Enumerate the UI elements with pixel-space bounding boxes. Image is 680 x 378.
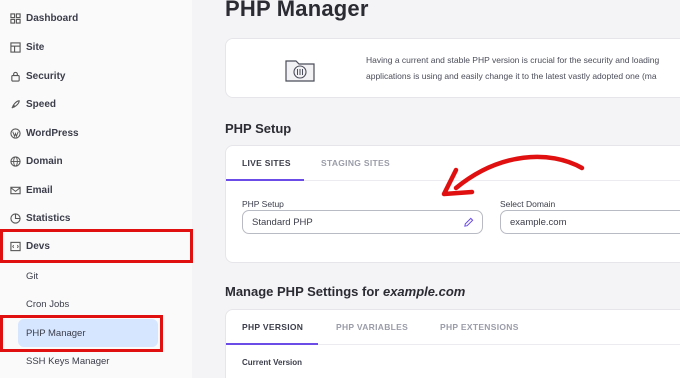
sidebar-item-label: Statistics bbox=[26, 212, 71, 224]
php-setup-title: PHP Setup bbox=[225, 121, 292, 136]
sidebar-item-devs[interactable]: Devs bbox=[0, 232, 192, 260]
php-setup-label: PHP Setup bbox=[242, 199, 284, 209]
lock-icon bbox=[10, 71, 21, 82]
sidebar-subitem-git[interactable]: Git bbox=[18, 262, 158, 290]
sidebar-item-label: Dashboard bbox=[26, 12, 79, 24]
code-icon bbox=[10, 241, 21, 252]
tab-live-sites[interactable]: LIVE SITES bbox=[242, 146, 291, 180]
sidebar-item-label: WordPress bbox=[26, 127, 79, 139]
sidebar-item-statistics[interactable]: Statistics bbox=[0, 204, 192, 232]
info-text: Having a current and stable PHP version … bbox=[366, 52, 680, 84]
current-version-label: Current Version bbox=[242, 358, 303, 367]
sidebar-item-label: Email bbox=[26, 184, 53, 196]
sidebar-item-label: Site bbox=[26, 41, 45, 53]
active-tab-indicator bbox=[226, 179, 304, 181]
sidebar-item-wordpress[interactable]: WordPress bbox=[0, 119, 192, 147]
rocket-icon bbox=[10, 99, 21, 110]
globe-icon bbox=[10, 155, 21, 167]
sidebar-item-security[interactable]: Security bbox=[0, 62, 192, 90]
sidebar-subitem-cron-jobs[interactable]: Cron Jobs bbox=[18, 290, 158, 318]
tab-php-version[interactable]: PHP VERSION bbox=[242, 310, 303, 344]
tab-php-extensions[interactable]: PHP EXTENSIONS bbox=[440, 310, 519, 344]
pencil-icon[interactable] bbox=[463, 217, 474, 228]
tab-staging-sites[interactable]: STAGING SITES bbox=[321, 146, 390, 180]
sidebar-item-speed[interactable]: Speed bbox=[0, 90, 192, 118]
manage-php-settings-title: Manage PHP Settings for example.com bbox=[225, 284, 465, 299]
sidebar-item-label: Speed bbox=[26, 98, 57, 110]
sidebar-item-site[interactable]: Site bbox=[0, 33, 192, 61]
page-title: PHP Manager bbox=[225, 0, 369, 21]
info-text-line: Having a current and stable PHP version … bbox=[366, 55, 660, 65]
sidebar-subitem-label: PHP Manager bbox=[26, 327, 86, 339]
info-text-line: applications is using and easily change … bbox=[366, 71, 657, 81]
manage-php-settings-card: PHP VERSION PHP VARIABLES PHP EXTENSIONS… bbox=[225, 309, 680, 378]
select-domain-label: Select Domain bbox=[500, 199, 556, 209]
active-tab-indicator bbox=[226, 343, 318, 345]
php-setup-value: Standard PHP bbox=[252, 216, 313, 228]
info-card: Having a current and stable PHP version … bbox=[225, 38, 680, 98]
wordpress-icon bbox=[10, 127, 21, 139]
sidebar-subitem-label: Cron Jobs bbox=[26, 298, 70, 310]
php-setup-select[interactable]: Standard PHP bbox=[242, 210, 483, 234]
sidebar-subitem-ssh-keys-manager[interactable]: SSH Keys Manager bbox=[18, 347, 158, 375]
sidebar-subitem-label: Git bbox=[26, 270, 39, 282]
sidebar: Dashboard Site Security Speed WordPress … bbox=[0, 0, 192, 378]
sidebar-item-label: Domain bbox=[26, 155, 63, 167]
manage-title-prefix: Manage PHP Settings for bbox=[225, 284, 383, 299]
php-settings-folder-icon bbox=[285, 60, 315, 82]
mail-icon bbox=[10, 185, 21, 196]
select-domain-dropdown[interactable]: example.com bbox=[500, 210, 680, 234]
php-setup-card: LIVE SITES STAGING SITES PHP Setup Stand… bbox=[225, 145, 680, 263]
sidebar-subitem-php-manager[interactable]: PHP Manager bbox=[18, 319, 158, 347]
pie-chart-icon bbox=[10, 212, 21, 224]
manage-title-domain: example.com bbox=[382, 284, 466, 299]
sidebar-item-label: Security bbox=[26, 70, 66, 82]
sidebar-item-domain[interactable]: Domain bbox=[0, 147, 192, 175]
sidebar-item-label: Devs bbox=[26, 240, 50, 252]
sidebar-item-dashboard[interactable]: Dashboard bbox=[0, 4, 192, 32]
tab-php-variables[interactable]: PHP VARIABLES bbox=[336, 310, 408, 344]
select-domain-value: example.com bbox=[510, 216, 567, 228]
sidebar-item-email[interactable]: Email bbox=[0, 176, 192, 204]
dashboard-icon bbox=[10, 12, 21, 24]
site-icon bbox=[10, 41, 21, 53]
sidebar-subitem-label: SSH Keys Manager bbox=[26, 355, 110, 367]
